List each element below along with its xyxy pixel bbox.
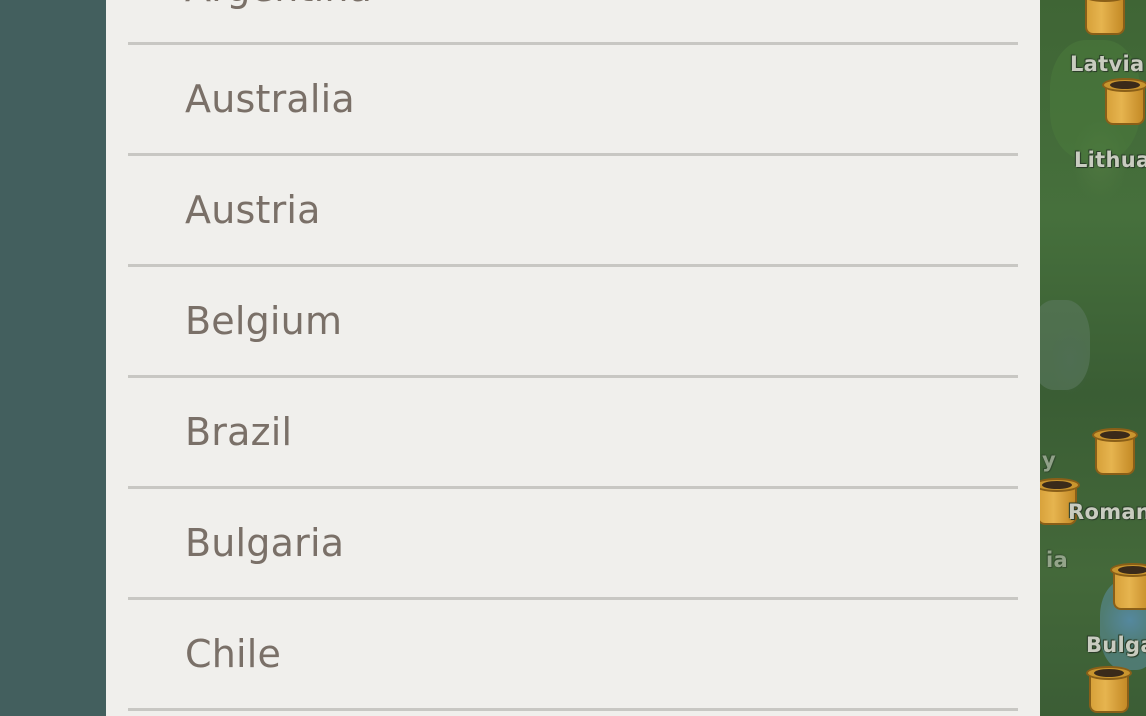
list-item-argentina[interactable]: Argentina	[128, 0, 1018, 45]
country-list-dialog: Argentina Australia Austria Belgium Braz…	[106, 0, 1040, 716]
list-item-label: Bulgaria	[185, 521, 345, 565]
list-item-belgium[interactable]: Belgium	[128, 267, 1018, 378]
map-label-partial: ia	[1046, 548, 1068, 572]
plant-pot-icon[interactable]	[1082, 0, 1128, 38]
country-list[interactable]: Argentina Australia Austria Belgium Braz…	[106, 0, 1040, 711]
list-item-label: Austria	[185, 188, 321, 232]
list-item-label: Australia	[185, 77, 355, 121]
list-item-bulgaria[interactable]: Bulgaria	[128, 489, 1018, 600]
list-item-label: Brazil	[185, 410, 293, 454]
list-item-australia[interactable]: Australia	[128, 45, 1018, 156]
list-item-brazil[interactable]: Brazil	[128, 378, 1018, 489]
map-label-romania: Roman	[1068, 500, 1146, 524]
list-item-chile[interactable]: Chile	[128, 600, 1018, 711]
list-item-label: Belgium	[185, 299, 343, 343]
plant-pot-icon[interactable]	[1110, 563, 1146, 613]
plant-pot-icon[interactable]	[1092, 428, 1138, 478]
map-background: Latvia Lithua Roman Bulga y ia	[1030, 0, 1146, 716]
screen: Latvia Lithua Roman Bulga y ia Argentina…	[0, 0, 1146, 716]
plant-pot-icon[interactable]	[1102, 78, 1146, 128]
map-label-lithuania: Lithua	[1074, 148, 1146, 172]
list-item-label: Argentina	[185, 0, 372, 10]
plant-pot-icon[interactable]	[1086, 666, 1132, 716]
map-label-partial: y	[1042, 448, 1056, 472]
list-item-label: Chile	[185, 632, 282, 676]
map-label-bulgaria: Bulga	[1086, 633, 1146, 657]
map-label-latvia: Latvia	[1070, 52, 1145, 76]
list-item-austria[interactable]: Austria	[128, 156, 1018, 267]
